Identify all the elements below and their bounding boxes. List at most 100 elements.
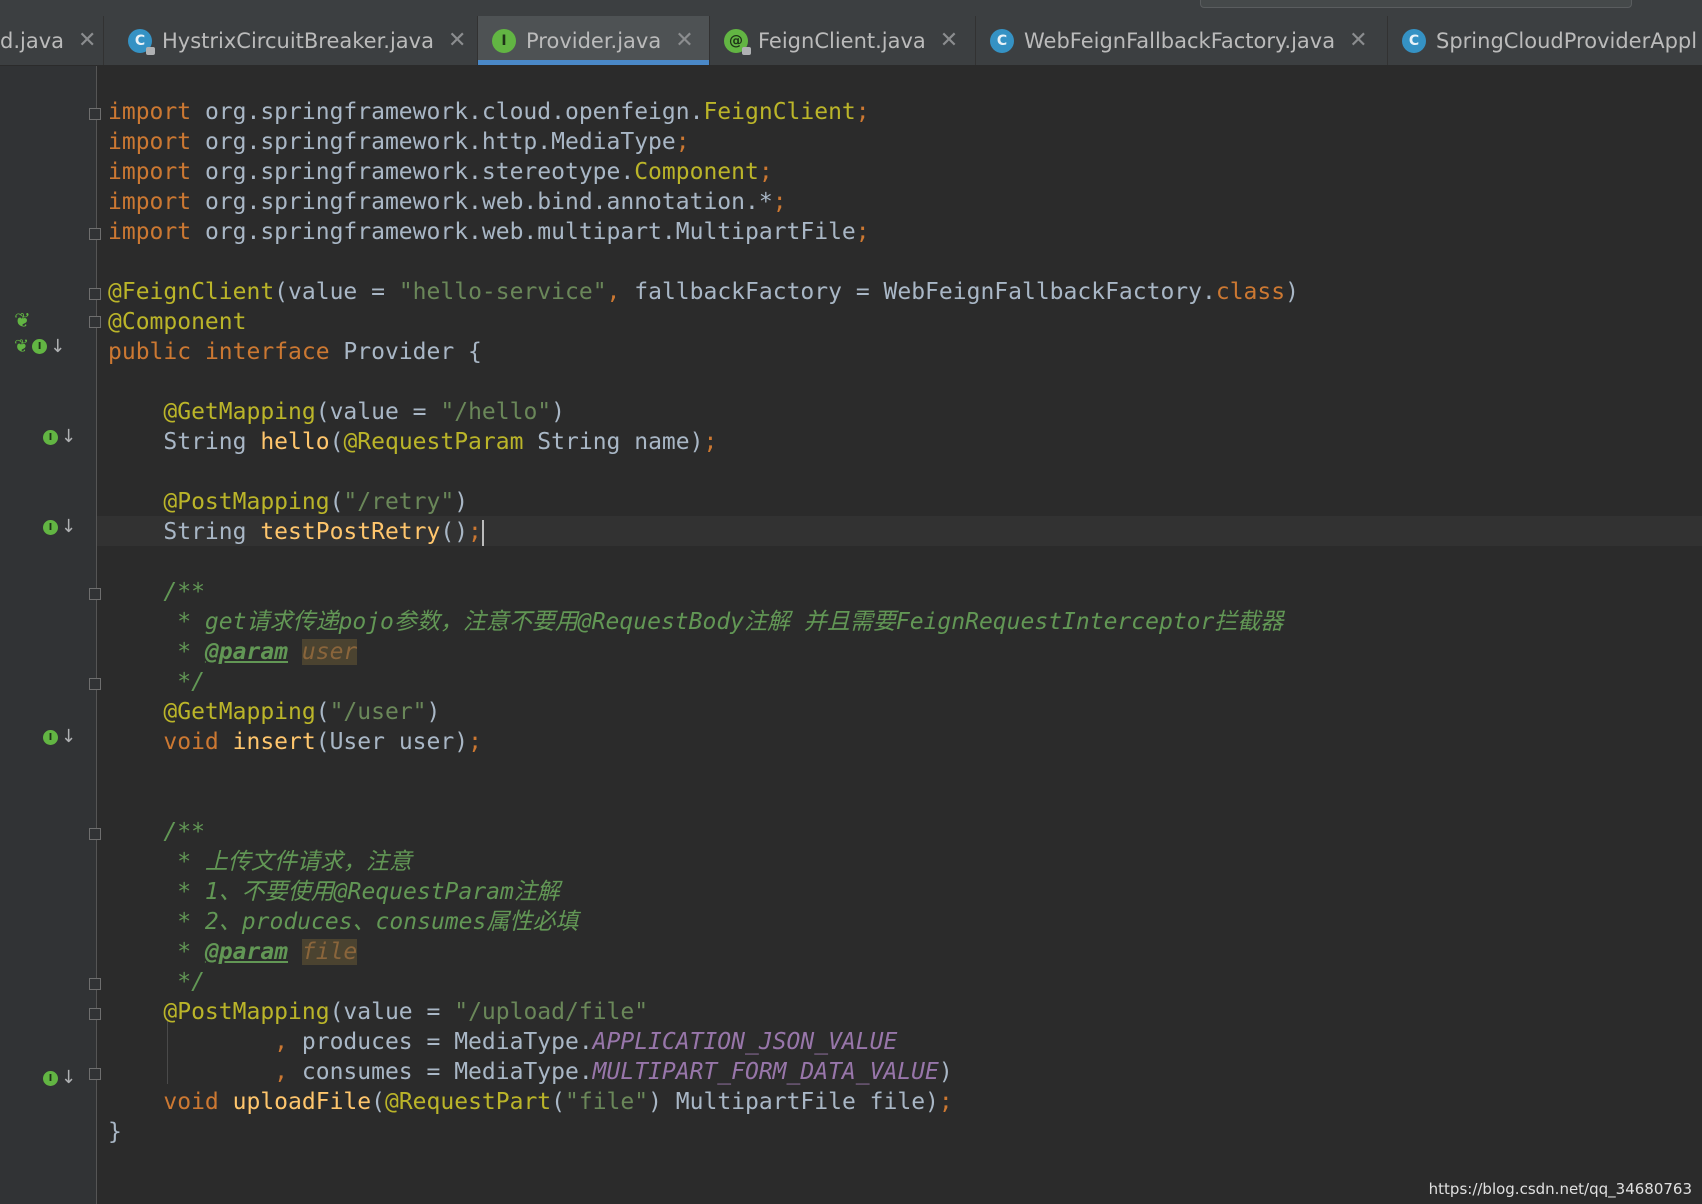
implemented-method-icon[interactable]: I ↓ bbox=[43, 518, 76, 536]
tab-hystrix-circuit-breaker[interactable]: C HystrixCircuitBreaker.java ✕ bbox=[114, 16, 478, 65]
identifier: org.springframework.stereotype. bbox=[191, 159, 635, 185]
punctuation: ; bbox=[468, 729, 482, 755]
doc-comment: * get请求传递pojo参数，注意不要用@RequestBody注解 并且需要… bbox=[163, 609, 1284, 635]
close-icon[interactable]: ✕ bbox=[675, 28, 693, 53]
keyword: void bbox=[163, 729, 219, 755]
doc-comment: * bbox=[163, 639, 205, 665]
tab-spring-cloud-provider-app[interactable]: C SpringCloudProviderAppl bbox=[1388, 16, 1702, 65]
punctuation: ; bbox=[855, 99, 870, 125]
punctuation: ) bbox=[454, 489, 469, 515]
code-line: @Component bbox=[108, 307, 246, 337]
punctuation: ( bbox=[315, 399, 330, 425]
class-icon: C bbox=[990, 28, 1014, 53]
fold-marker-icon[interactable] bbox=[89, 828, 101, 840]
method-name: testPostRetry bbox=[260, 519, 441, 545]
close-icon[interactable]: ✕ bbox=[78, 28, 96, 53]
doc-comment bbox=[288, 939, 302, 965]
identifier: ) MultipartFile file) bbox=[648, 1089, 939, 1115]
fold-marker-icon[interactable] bbox=[89, 108, 101, 120]
doc-comment: /** bbox=[163, 579, 205, 605]
punctuation: ( bbox=[329, 489, 344, 515]
identifier: value bbox=[288, 279, 358, 305]
string-literal: "/hello" bbox=[440, 399, 552, 425]
code-line: */ bbox=[108, 967, 205, 997]
code-line: , consumes = MediaType.MULTIPART_FORM_DA… bbox=[108, 1057, 953, 1087]
close-icon[interactable]: ✕ bbox=[1349, 28, 1367, 53]
tab-feign-client[interactable]: @ FeignClient.java ✕ bbox=[710, 16, 976, 65]
watermark: https://blog.csdn.net/qq_34680763 bbox=[1428, 1180, 1692, 1198]
identifier: String bbox=[163, 429, 261, 455]
fold-marker-icon[interactable] bbox=[89, 588, 101, 600]
identifier: produces bbox=[288, 1029, 413, 1055]
punctuation: ( bbox=[371, 1089, 385, 1115]
doc-comment: * bbox=[163, 939, 205, 965]
code-line: import org.springframework.web.multipart… bbox=[108, 217, 870, 247]
tab-partial-java[interactable]: d.java ✕ bbox=[0, 16, 104, 65]
run-config-selector[interactable] bbox=[1200, 0, 1632, 8]
code-line: * get请求传递pojo参数，注意不要用@RequestBody注解 并且需要… bbox=[108, 607, 1283, 637]
implemented-interface-icon[interactable]: ❦ I ↓ bbox=[14, 336, 65, 357]
code-editor[interactable]: import org.springframework.cloud.openfei… bbox=[108, 66, 1702, 1204]
doc-param: user bbox=[301, 639, 358, 665]
annotation: @GetMapping bbox=[163, 399, 316, 425]
implemented-method-icon[interactable]: I ↓ bbox=[43, 428, 76, 446]
fold-marker-icon[interactable] bbox=[89, 1068, 101, 1080]
punctuation: ( bbox=[274, 279, 289, 305]
doc-comment: * 2、produces、consumes属性必填 bbox=[163, 909, 579, 935]
punctuation: ( bbox=[329, 999, 344, 1025]
fold-marker-icon[interactable] bbox=[89, 228, 101, 240]
fold-marker-icon[interactable] bbox=[89, 288, 101, 300]
code-line: , produces = MediaType.APPLICATION_JSON_… bbox=[108, 1027, 897, 1057]
annotation-name: Component bbox=[634, 159, 759, 185]
keyword: import bbox=[108, 159, 192, 185]
fold-marker-icon[interactable] bbox=[89, 316, 101, 328]
fold-marker-icon[interactable] bbox=[89, 678, 101, 690]
annotation: @GetMapping bbox=[163, 699, 316, 725]
method-name: hello bbox=[260, 429, 330, 455]
string-literal: "/upload/file" bbox=[454, 999, 649, 1025]
editor-tab-bar: d.java ✕ C HystrixCircuitBreaker.java ✕ … bbox=[0, 0, 1702, 66]
punctuation: ; bbox=[855, 219, 870, 245]
code-line: void uploadFile(@RequestPart("file") Mul… bbox=[108, 1087, 952, 1117]
code-line: /** bbox=[108, 817, 205, 847]
string-literal: "/user" bbox=[329, 699, 427, 725]
annotation: @RequestPart bbox=[384, 1089, 552, 1115]
punctuation: ) bbox=[426, 699, 441, 725]
doc-param: file bbox=[301, 939, 358, 965]
punctuation: ; bbox=[703, 429, 718, 455]
punctuation: , bbox=[274, 1059, 289, 1085]
interface-icon: I bbox=[492, 28, 516, 53]
operator: = bbox=[412, 999, 455, 1025]
code-line: void insert(User user); bbox=[108, 727, 482, 757]
punctuation: } bbox=[108, 1119, 122, 1145]
code-line: */ bbox=[108, 667, 205, 697]
tab-provider[interactable]: I Provider.java ✕ bbox=[478, 16, 710, 65]
code-line: * 1、不要使用@RequestParam注解 bbox=[108, 877, 560, 907]
annotation: @PostMapping bbox=[163, 489, 330, 515]
annotation: @Component bbox=[108, 309, 247, 335]
punctuation: ( bbox=[329, 429, 344, 455]
identifier: String bbox=[163, 519, 261, 545]
close-icon[interactable]: ✕ bbox=[940, 28, 958, 53]
tab-web-feign-fallback-factory[interactable]: C WebFeignFallbackFactory.java ✕ bbox=[976, 16, 1388, 65]
code-line: @GetMapping("/user") bbox=[108, 697, 440, 727]
implemented-method-icon[interactable]: I ↓ bbox=[43, 728, 76, 746]
identifier: org.springframework.web.multipart.Multip… bbox=[191, 219, 856, 245]
keyword: import bbox=[108, 189, 192, 215]
fold-marker-icon[interactable] bbox=[89, 1008, 101, 1020]
identifier: = MediaType. bbox=[412, 1029, 593, 1055]
close-icon[interactable]: ✕ bbox=[448, 28, 466, 53]
spring-bean-icon[interactable]: ❦ bbox=[14, 308, 31, 332]
punctuation: , bbox=[274, 1029, 289, 1055]
implemented-method-icon[interactable]: I ↓ bbox=[43, 1069, 76, 1087]
identifier: value bbox=[343, 999, 413, 1025]
punctuation: , bbox=[606, 279, 635, 305]
code-line: /** bbox=[108, 577, 205, 607]
punctuation: ; bbox=[772, 189, 787, 215]
fold-marker-icon[interactable] bbox=[89, 978, 101, 990]
punctuation: ) bbox=[1285, 279, 1299, 305]
code-line: import org.springframework.cloud.openfei… bbox=[108, 97, 870, 127]
